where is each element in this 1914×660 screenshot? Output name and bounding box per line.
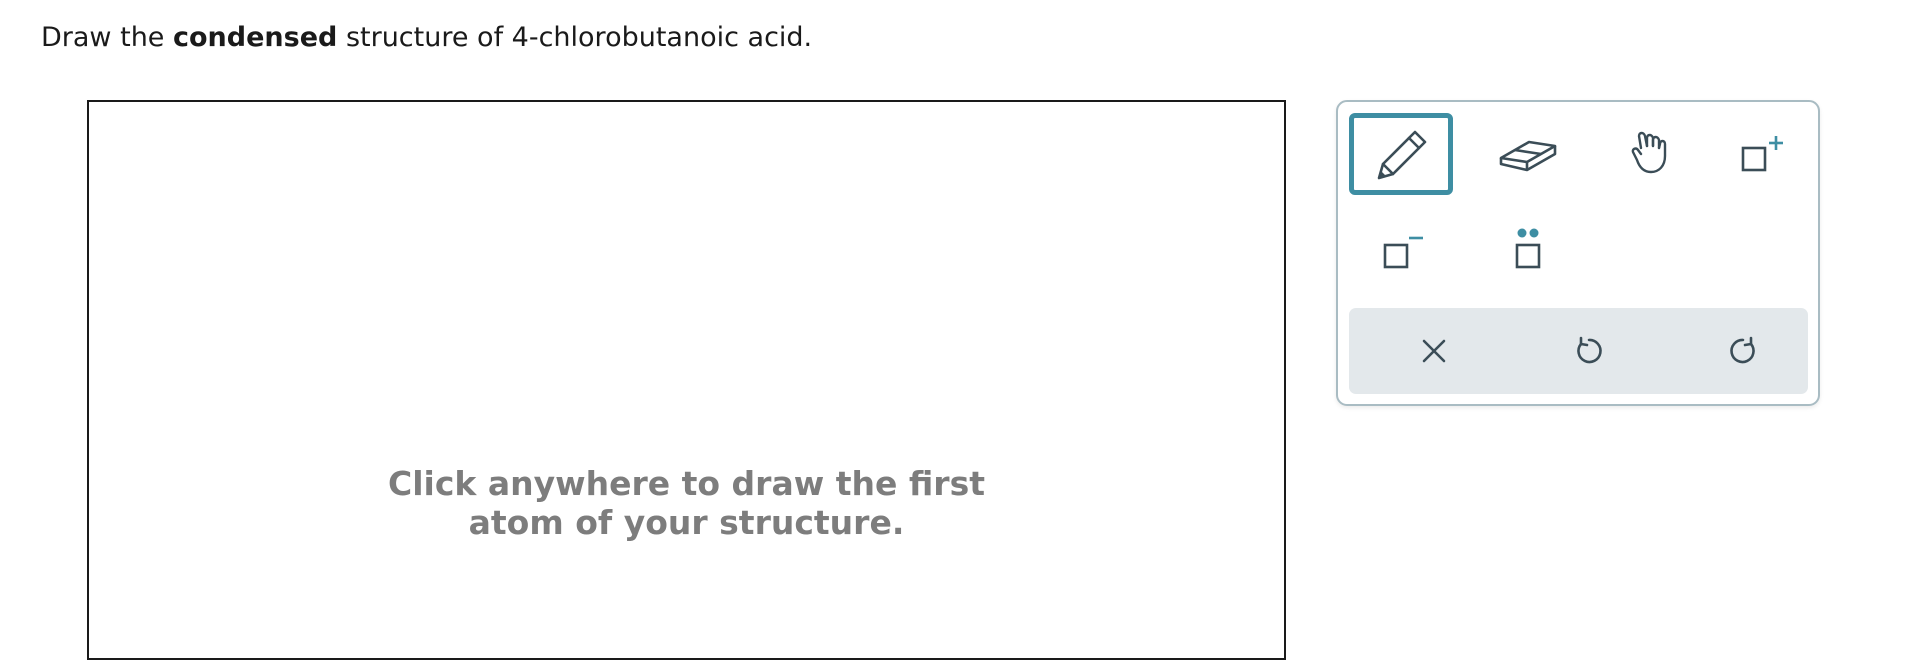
eraser-icon [1499,140,1557,172]
redo-icon [1730,336,1755,364]
drawing-canvas[interactable]: Click anywhere to draw the first atom of… [87,100,1286,660]
pencil-icon [1377,130,1427,180]
negative-charge-tool[interactable] [1349,210,1453,292]
close-icon [1422,339,1446,363]
question-suffix: structure of 4-chlorobutanoic acid. [337,22,813,53]
canvas-hint-line-2: atom of your structure. [468,503,905,542]
positive-charge-icon [1741,136,1783,172]
redo-button[interactable] [1721,329,1765,373]
hand-tool[interactable] [1603,113,1707,195]
hand-icon [1631,131,1667,174]
question-prefix: Draw the [41,22,173,53]
action-bar [1349,308,1808,394]
canvas-hint: Click anywhere to draw the first atom of… [89,464,1284,542]
question-emphasis: condensed [173,22,338,53]
drawing-toolbox [1336,100,1820,406]
lone-pair-icon [1515,228,1541,269]
undo-button[interactable] [1567,329,1611,373]
undo-icon [1577,336,1602,364]
question-text: Draw the condensed structure of 4-chloro… [41,20,812,56]
clear-button[interactable] [1412,329,1456,373]
canvas-hint-line-1: Click anywhere to draw the first [388,464,985,503]
lone-pair-tool[interactable] [1476,210,1580,292]
eraser-tool[interactable] [1476,113,1580,195]
positive-charge-tool[interactable] [1707,113,1811,195]
negative-charge-icon [1383,236,1423,269]
pencil-tool[interactable] [1349,113,1453,195]
